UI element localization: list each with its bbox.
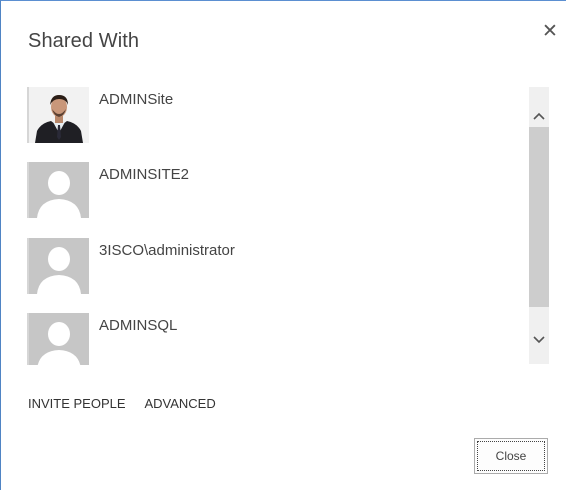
person-name[interactable]: ADMINSITE2: [99, 166, 189, 183]
list-item: ADMINSQL: [27, 313, 527, 365]
person-name[interactable]: ADMINSite: [99, 91, 173, 108]
people-list-scrollbar[interactable]: [529, 87, 549, 364]
avatar: [27, 87, 89, 143]
list-item: ADMINSite: [27, 87, 527, 145]
scroll-thumb[interactable]: [529, 127, 549, 307]
person-name[interactable]: 3ISCO\administrator: [99, 242, 235, 259]
close-button-label: Close: [477, 441, 545, 471]
avatar: [27, 313, 89, 365]
list-item: 3ISCO\administrator: [27, 238, 527, 296]
close-icon[interactable]: ✕: [541, 22, 559, 41]
people-list: ADMINSite ADMINSITE2 3ISCO\administrator…: [27, 87, 527, 365]
person-placeholder-icon: [29, 238, 89, 294]
person-placeholder-icon: [29, 313, 89, 365]
dialog-actions: INVITE PEOPLE ADVANCED: [28, 396, 232, 411]
dialog-title: Shared With: [28, 30, 140, 52]
invite-people-link[interactable]: INVITE PEOPLE: [28, 396, 126, 411]
advanced-link[interactable]: ADVANCED: [144, 396, 215, 411]
avatar: [27, 238, 89, 294]
chevron-down-icon[interactable]: [529, 321, 549, 357]
list-item: ADMINSITE2: [27, 162, 527, 220]
person-name[interactable]: ADMINSQL: [99, 317, 177, 334]
avatar: [27, 162, 89, 218]
close-button[interactable]: Close: [474, 438, 548, 474]
person-placeholder-icon: [29, 162, 89, 218]
shared-with-dialog: Shared With ✕ ADMINSite ADMINSITE2 3ISCO…: [0, 0, 566, 490]
